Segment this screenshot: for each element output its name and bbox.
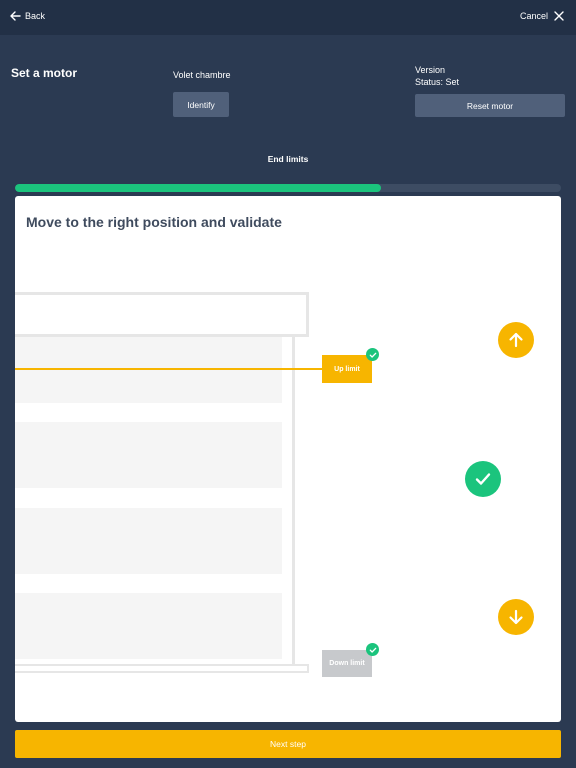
top-bar: Back Cancel xyxy=(0,0,576,35)
page-title: Set a motor xyxy=(11,66,78,80)
validate-button[interactable] xyxy=(465,461,501,497)
cancel-button[interactable]: Cancel xyxy=(520,11,564,21)
move-down-button[interactable] xyxy=(498,599,534,635)
shutter-bottom-rail xyxy=(15,664,309,673)
arrow-left-icon xyxy=(10,11,21,21)
shutter-slat xyxy=(15,422,282,488)
arrow-down-icon xyxy=(509,609,523,625)
next-step-button[interactable]: Next step xyxy=(15,730,561,758)
status-text: Status: Set xyxy=(415,77,460,87)
back-label: Back xyxy=(25,11,46,21)
cancel-label: Cancel xyxy=(519,11,548,21)
down-limit-label: Down limit xyxy=(329,660,365,667)
shutter-slat xyxy=(15,593,282,659)
back-button[interactable]: Back xyxy=(10,11,45,21)
up-limit-tag[interactable]: Up limit xyxy=(322,355,372,383)
identify-button[interactable]: Identify xyxy=(173,92,229,117)
move-up-button[interactable] xyxy=(498,322,534,358)
down-limit-tag[interactable]: Down limit xyxy=(322,650,372,677)
arrow-up-icon xyxy=(509,332,523,348)
close-icon xyxy=(554,11,564,21)
shutter-frame xyxy=(15,337,295,664)
up-limit-label: Up limit xyxy=(334,365,360,373)
shutter-slat xyxy=(15,508,282,574)
up-limit-line xyxy=(15,368,322,370)
down-limit-check-icon xyxy=(366,643,379,656)
reset-motor-button[interactable]: Reset motor xyxy=(415,94,565,117)
shutter-slat xyxy=(15,337,282,403)
step-label: End limits xyxy=(267,154,309,164)
motor-name: Volet chambre xyxy=(173,70,231,80)
check-icon xyxy=(475,473,491,485)
instruction-card: Move to the right position and validate … xyxy=(15,196,561,722)
shutter-box xyxy=(15,292,309,337)
progress-fill xyxy=(15,184,381,192)
up-limit-check-icon xyxy=(366,348,379,361)
version-label: Version xyxy=(415,65,446,75)
card-heading: Move to the right position and validate xyxy=(26,214,282,230)
progress-bar xyxy=(15,184,561,192)
